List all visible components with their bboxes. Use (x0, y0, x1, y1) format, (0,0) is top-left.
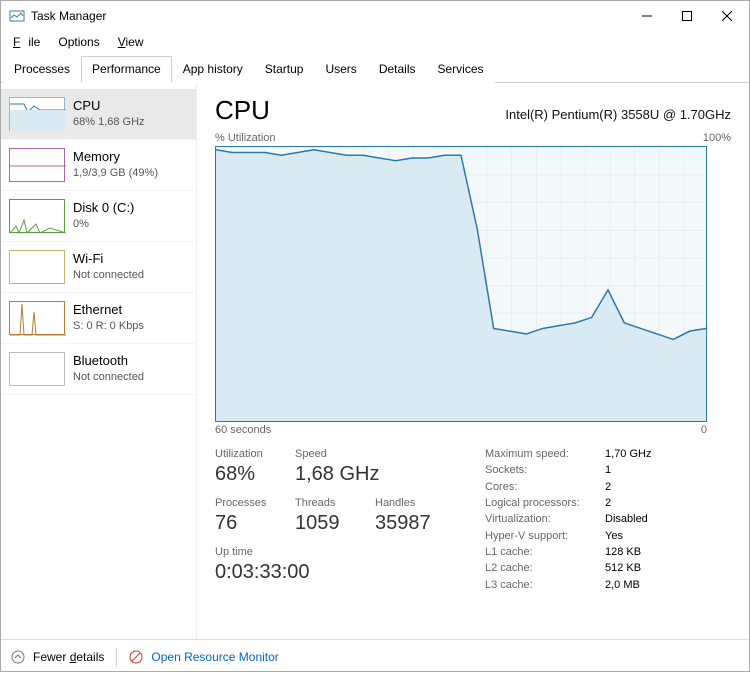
sockets-value: 1 (605, 464, 707, 477)
sidebar: CPU 68% 1,68 GHz Memory 1,9/3,9 GB (49%)… (1, 83, 197, 639)
utilization-value: 68% (215, 463, 295, 486)
titlebar: Task Manager (1, 1, 749, 31)
tabs: Processes Performance App history Startu… (1, 55, 749, 83)
sidebar-item-label: Memory (73, 148, 158, 166)
minimize-button[interactable] (627, 1, 667, 31)
bluetooth-thumb-icon (9, 352, 65, 386)
cores-label: Cores: (485, 481, 605, 494)
sidebar-item-label: Disk 0 (C:) (73, 199, 134, 217)
lprocs-value: 2 (605, 497, 707, 510)
maximize-button[interactable] (667, 1, 707, 31)
threads-label: Threads (295, 497, 375, 509)
sidebar-item-sub: 68% 1,68 GHz (73, 115, 145, 130)
sidebar-item-wifi[interactable]: Wi-Fi Not connected (1, 242, 196, 293)
threads-value: 1059 (295, 512, 375, 535)
l2-value: 512 KB (605, 562, 707, 575)
memory-thumb-icon (9, 148, 65, 182)
sidebar-item-label: Ethernet (73, 301, 144, 319)
cores-value: 2 (605, 481, 707, 494)
tab-performance[interactable]: Performance (81, 56, 172, 83)
sidebar-item-cpu[interactable]: CPU 68% 1,68 GHz (1, 89, 196, 140)
disk-thumb-icon (9, 199, 65, 233)
sidebar-item-label: Bluetooth (73, 352, 144, 370)
sidebar-item-disk[interactable]: Disk 0 (C:) 0% (1, 191, 196, 242)
cpu-utilization-graph[interactable] (215, 146, 707, 422)
sidebar-item-sub: S: 0 R: 0 Kbps (73, 319, 144, 334)
menu-view[interactable]: View (114, 33, 148, 51)
window-title: Task Manager (31, 9, 627, 23)
wifi-thumb-icon (9, 250, 65, 284)
cpu-model: Intel(R) Pentium(R) 3558U @ 1.70GHz (505, 107, 731, 122)
sidebar-item-bluetooth[interactable]: Bluetooth Not connected (1, 344, 196, 395)
lprocs-label: Logical processors: (485, 497, 605, 510)
tab-details[interactable]: Details (368, 56, 427, 83)
open-resource-monitor-link[interactable]: Open Resource Monitor (151, 650, 278, 664)
l1-label: L1 cache: (485, 546, 605, 559)
cpu-thumb-icon (9, 97, 65, 131)
close-button[interactable] (707, 1, 747, 31)
l2-label: L2 cache: (485, 562, 605, 575)
chevron-up-icon[interactable] (11, 650, 25, 664)
separator (116, 648, 117, 666)
menubar: File Options View (1, 31, 749, 55)
utilization-label: Utilization (215, 448, 295, 460)
tab-processes[interactable]: Processes (3, 56, 81, 83)
ethernet-thumb-icon (9, 301, 65, 335)
tab-startup[interactable]: Startup (254, 56, 315, 83)
maxspeed-value: 1,70 GHz (605, 448, 707, 461)
resource-monitor-icon (129, 650, 143, 664)
l1-value: 128 KB (605, 546, 707, 559)
taskmgr-icon (9, 8, 25, 24)
menu-options[interactable]: Options (54, 33, 103, 51)
sidebar-item-ethernet[interactable]: Ethernet S: 0 R: 0 Kbps (1, 293, 196, 344)
processes-label: Processes (215, 497, 295, 509)
handles-value: 35987 (375, 512, 455, 535)
sidebar-item-sub: 1,9/3,9 GB (49%) (73, 166, 158, 181)
l3-value: 2,0 MB (605, 579, 707, 592)
footer: Fewer details Open Resource Monitor (1, 639, 749, 673)
fewer-details-link[interactable]: Fewer details (33, 650, 104, 664)
sockets-label: Sockets: (485, 464, 605, 477)
page-title: CPU (215, 95, 270, 126)
tab-users[interactable]: Users (314, 56, 367, 83)
maxspeed-label: Maximum speed: (485, 448, 605, 461)
content: CPU 68% 1,68 GHz Memory 1,9/3,9 GB (49%)… (1, 83, 749, 639)
processes-value: 76 (215, 512, 295, 535)
handles-label: Handles (375, 497, 455, 509)
l3-label: L3 cache: (485, 579, 605, 592)
sidebar-item-sub: Not connected (73, 370, 144, 385)
stats-details: Maximum speed:1,70 GHz Sockets:1 Cores:2… (485, 448, 707, 592)
hyperv-label: Hyper-V support: (485, 530, 605, 543)
virt-label: Virtualization: (485, 513, 605, 526)
sidebar-item-memory[interactable]: Memory 1,9/3,9 GB (49%) (1, 140, 196, 191)
main-panel: CPU Intel(R) Pentium(R) 3558U @ 1.70GHz … (197, 83, 749, 639)
hyperv-value: Yes (605, 530, 707, 543)
stats-primary: Utilization Speed . 68% 1,68 GHz Process… (215, 448, 455, 592)
speed-label: Speed (295, 448, 375, 460)
graph-ymax: 100% (703, 132, 731, 144)
virt-value: Disabled (605, 513, 707, 526)
graph-x-right: 0 (701, 424, 707, 436)
sidebar-item-sub: 0% (73, 217, 134, 232)
menu-file[interactable]: File (9, 33, 44, 51)
graph-ylabel: % Utilization (215, 132, 276, 144)
tab-services[interactable]: Services (427, 56, 495, 83)
speed-value: 1,68 GHz (295, 463, 455, 486)
tab-app-history[interactable]: App history (172, 56, 254, 83)
sidebar-item-label: CPU (73, 97, 145, 115)
sidebar-item-label: Wi-Fi (73, 250, 144, 268)
uptime-label: Up time (215, 546, 455, 558)
graph-x-left: 60 seconds (215, 424, 271, 436)
uptime-value: 0:03:33:00 (215, 561, 455, 584)
sidebar-item-sub: Not connected (73, 268, 144, 283)
